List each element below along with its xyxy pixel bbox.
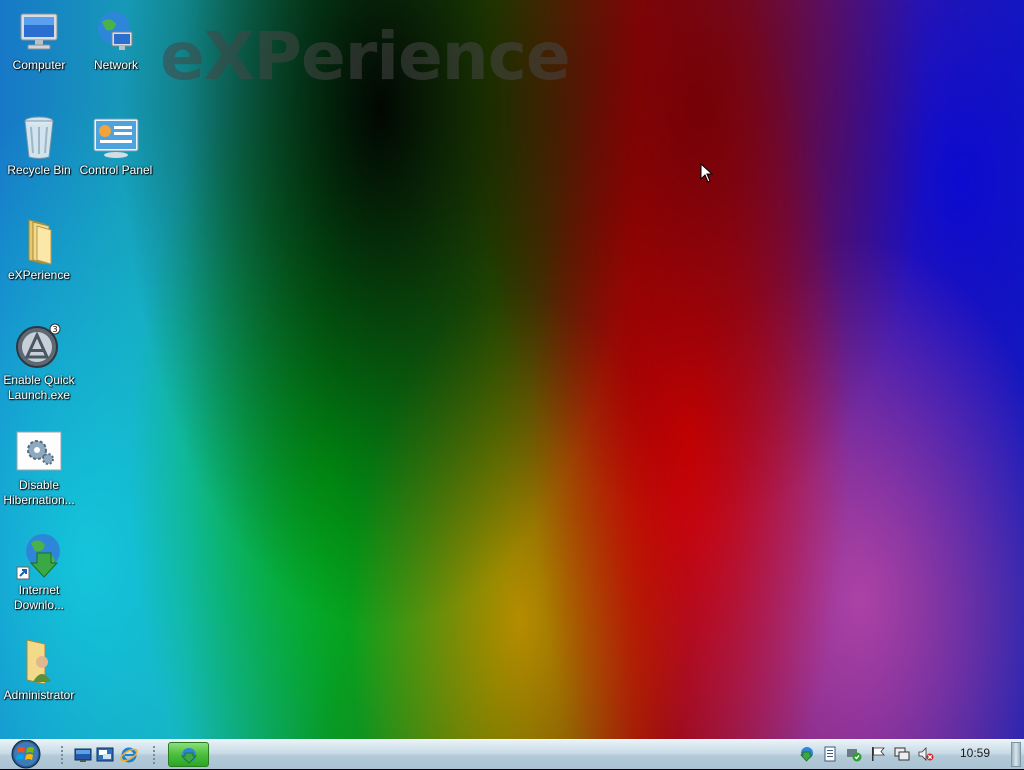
- desktop-icon-network[interactable]: Network: [77, 8, 155, 73]
- action-center-flag-icon[interactable]: [870, 746, 886, 762]
- taskbar: 10:59: [0, 739, 1024, 769]
- desktop-icon-label: Computer: [12, 58, 66, 72]
- switch-windows-icon[interactable]: [96, 746, 114, 764]
- start-button-windows-logo-icon[interactable]: [6, 740, 46, 770]
- taskbar-grip[interactable]: [152, 745, 156, 765]
- control-panel-icon: [93, 118, 139, 158]
- desktop-icon-control-panel[interactable]: Control Panel: [77, 113, 155, 178]
- network-icon[interactable]: [894, 746, 910, 762]
- recycle-bin-icon: [24, 116, 54, 159]
- desktop-icon-label: Enable Quick Launch.exe: [3, 373, 75, 402]
- wallpaper-watermark: eXPerience: [160, 18, 571, 95]
- download-manager-task-icon: [181, 748, 197, 764]
- desktop-icon-enable-quick-launch[interactable]: 3 Enable Quick Launch.exe: [0, 323, 78, 403]
- download-manager-tray-icon[interactable]: [798, 746, 814, 762]
- download-manager-icon: [16, 534, 60, 580]
- taskbar-button-download-manager[interactable]: [168, 742, 209, 767]
- svg-text:3: 3: [52, 325, 57, 334]
- desktop[interactable]: eXPerience Computer Network Recycle Bin …: [0, 0, 1024, 739]
- app-launcher-icon: 3: [16, 323, 61, 368]
- desktop-icon-label: Internet Downlo...: [13, 583, 65, 612]
- desktop-icon-label: Administrator: [3, 688, 75, 702]
- desktop-icon-internet-download-manager[interactable]: Internet Downlo...: [0, 533, 78, 613]
- desktop-icon-label: Control Panel: [79, 163, 153, 177]
- desktop-icon-disable-hibernation[interactable]: Disable Hibernation...: [0, 428, 78, 508]
- folder-icon: [28, 219, 52, 265]
- network-globe-icon: [98, 12, 133, 50]
- desktop-icon-administrator[interactable]: Administrator: [0, 638, 78, 703]
- desktop-icon-computer[interactable]: Computer: [0, 8, 78, 73]
- mouse-cursor-icon: [700, 163, 714, 183]
- volume-muted-icon[interactable]: [918, 746, 934, 762]
- desktop-icon-label: Network: [93, 58, 138, 72]
- desktop-icon-experience-folder[interactable]: eXPerience: [0, 218, 78, 283]
- settings-gear-icon: [16, 431, 62, 471]
- desktop-icon-label: eXPerience: [7, 268, 71, 282]
- system-clock[interactable]: 10:59: [944, 746, 1006, 760]
- show-desktop-icon[interactable]: [74, 746, 92, 764]
- desktop-icon-label: Disable Hibernation...: [3, 478, 75, 507]
- computer-icon: [20, 13, 58, 50]
- desktop-icon-recycle-bin[interactable]: Recycle Bin: [0, 113, 78, 178]
- security-shield-icon[interactable]: [846, 746, 862, 762]
- show-desktop-button[interactable]: [1011, 742, 1021, 767]
- user-folder-icon: [26, 639, 51, 685]
- internet-explorer-icon[interactable]: [120, 746, 138, 764]
- desktop-icon-label: Recycle Bin: [7, 163, 71, 177]
- clipboard-icon[interactable]: [822, 746, 838, 762]
- taskbar-grip[interactable]: [60, 745, 64, 765]
